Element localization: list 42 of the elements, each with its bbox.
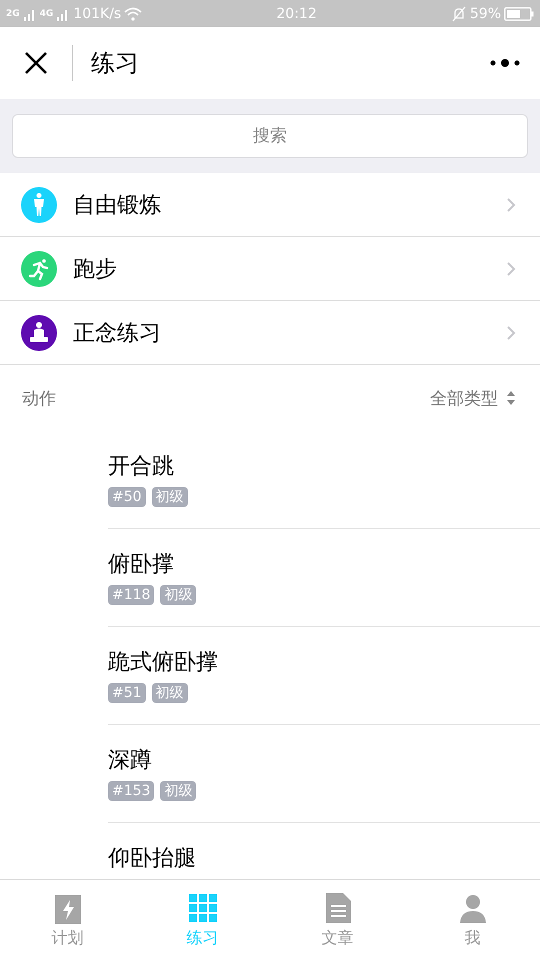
close-icon[interactable]	[24, 51, 48, 75]
category-row[interactable]: 正念练习	[0, 301, 540, 365]
exercise-name: 仰卧抬腿	[108, 845, 197, 873]
category-row[interactable]: 跑步	[0, 237, 540, 301]
category-label: 跑步	[73, 256, 118, 284]
search-field[interactable]: 搜索	[12, 114, 528, 158]
exercise-item[interactable]: 俯卧撑 #118 初级	[108, 529, 540, 627]
exercise-tag: 初级	[160, 781, 196, 801]
category-label: 正念练习	[73, 320, 162, 348]
exercise-tag: #153	[108, 781, 154, 801]
exercise-name: 深蹲	[108, 747, 153, 775]
network-label: 4G	[40, 8, 54, 18]
chevron-right-icon	[506, 196, 516, 212]
exercise-tag: #51	[108, 683, 146, 703]
type-filter[interactable]: 全部类型	[430, 386, 516, 410]
grid-icon	[188, 892, 218, 924]
exercise-tag: #118	[108, 585, 154, 605]
network-label: 2G	[6, 8, 20, 18]
exercise-tag: 初级	[152, 487, 188, 507]
muted-bell-icon	[450, 6, 467, 22]
exercise-name: 开合跳	[108, 453, 175, 481]
category-label: 自由锻炼	[73, 192, 162, 220]
exercise-tag: #50	[108, 487, 146, 507]
exercise-tag: 初级	[160, 585, 196, 605]
sort-icon	[506, 390, 516, 406]
exercise-item[interactable]: 跪式俯卧撑 #51 初级	[108, 627, 540, 725]
exercise-name: 跪式俯卧撑	[108, 649, 219, 677]
exercise-name: 俯卧撑	[108, 551, 175, 579]
page-title: 练习	[91, 48, 140, 79]
exercise-tag: 初级	[152, 683, 188, 703]
battery-percent: 59%	[470, 6, 501, 22]
network-speed: 101K/s	[73, 6, 122, 22]
exercise-item[interactable]: 深蹲 #153 初级	[108, 725, 540, 823]
battery-icon	[504, 6, 534, 20]
wifi-icon	[124, 6, 142, 20]
exercise-item[interactable]: 开合跳 #50 初级	[108, 431, 540, 529]
status-time: 20:12	[276, 6, 317, 22]
section-title: 动作	[22, 388, 56, 410]
chevron-right-icon	[506, 324, 516, 340]
more-icon[interactable]	[490, 58, 520, 68]
category-row[interactable]: 自由锻炼	[0, 173, 540, 237]
chevron-right-icon	[506, 260, 516, 276]
